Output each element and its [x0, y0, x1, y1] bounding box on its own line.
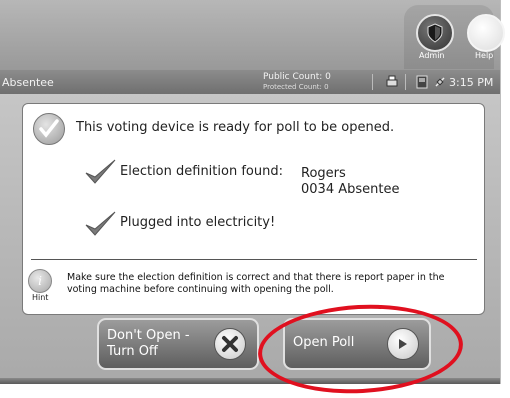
- clock: 3:15 PM: [449, 76, 494, 89]
- separator: [372, 74, 373, 90]
- counts: Public Count: 0 Protected Count: 0: [263, 73, 331, 92]
- divider: [31, 259, 477, 260]
- checkmark-icon: [85, 159, 116, 184]
- hint-info-icon[interactable]: i: [28, 269, 52, 293]
- public-count: Public Count: 0: [263, 72, 331, 82]
- electricity-label: Plugged into electricity!: [120, 215, 276, 230]
- election-precinct: 0034 Absentee: [301, 182, 400, 197]
- hint-label: Hint: [32, 293, 49, 302]
- ready-check-icon: [33, 113, 65, 145]
- separator: [405, 74, 406, 90]
- close-x-icon: [214, 328, 246, 360]
- protected-count: Protected Count: 0: [263, 83, 329, 91]
- election-definition-label: Election definition found:: [120, 164, 283, 179]
- election-name: Rogers: [301, 166, 346, 181]
- election-info: Rogers 0034 Absentee: [301, 166, 399, 198]
- help-button[interactable]: [467, 14, 505, 52]
- status-bar: Absentee Public Count: 0 Protected Count…: [0, 70, 500, 94]
- status-panel: This voting device is ready for poll to …: [22, 103, 485, 315]
- printer-icon: [386, 75, 398, 87]
- admin-label: Admin: [419, 51, 445, 60]
- power-plug-icon: [435, 77, 445, 87]
- shield-icon: [427, 23, 443, 43]
- hint-text: Make sure the election definition is cor…: [67, 272, 445, 295]
- memory-card-icon: [416, 75, 428, 89]
- help-label: Help: [475, 51, 494, 60]
- dont-open-label-line2: Turn Off: [107, 344, 158, 359]
- ready-message: This voting device is ready for poll to …: [76, 120, 395, 135]
- dont-open-label-line1: Don't Open -: [107, 328, 190, 343]
- admin-button[interactable]: [416, 14, 454, 52]
- dont-open-turn-off-button[interactable]: Don't Open - Turn Off: [97, 318, 259, 370]
- mode-label: Absentee: [2, 76, 54, 89]
- checkmark-icon: [85, 211, 116, 236]
